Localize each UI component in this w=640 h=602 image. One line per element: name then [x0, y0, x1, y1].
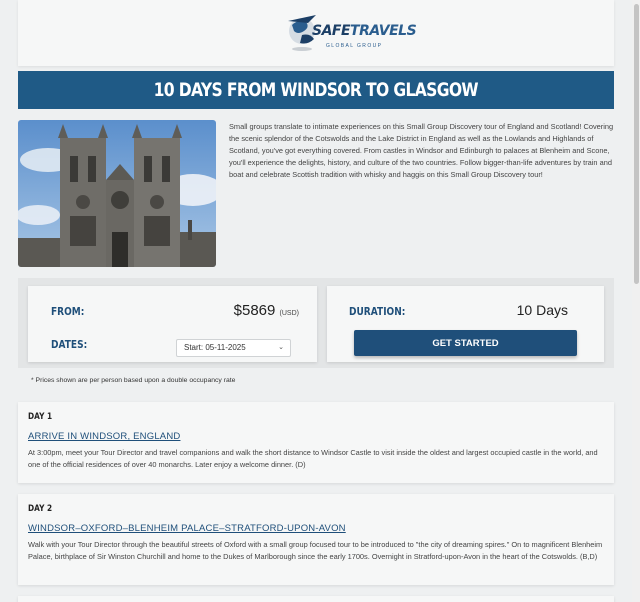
- tour-intro: Small groups translate to intimate exper…: [229, 122, 614, 179]
- chevron-down-icon: ⌄: [278, 344, 284, 351]
- start-date-select[interactable]: Start: 05-11-2025 ⌄: [176, 339, 291, 357]
- price-currency: (USD): [279, 310, 299, 317]
- price-dates-card: FROM: $5869 (USD) DATES: Start: 05-11-20…: [28, 286, 317, 362]
- itinerary-day-card-partial: [18, 596, 614, 602]
- page-scrollbar[interactable]: [632, 0, 640, 602]
- tour-title-banner: 10 DAYS FROM WINDSOR TO GLASGOW: [18, 71, 614, 109]
- day-description: Walk with your Tour Director through the…: [28, 540, 603, 561]
- tour-title: 10 DAYS FROM WINDSOR TO GLASGOW: [153, 79, 479, 101]
- brand-name: SAFETRAVELS: [312, 23, 417, 39]
- duration-label: DURATION:: [349, 305, 406, 318]
- day-number: DAY 1: [28, 412, 53, 422]
- pricing-note: * Prices shown are per person based upon…: [31, 377, 236, 384]
- duration-value: 10 Days: [516, 302, 568, 318]
- day-number: DAY 2: [28, 504, 53, 514]
- abbey-illustration: [18, 120, 216, 267]
- day-title-link[interactable]: WINDSOR–OXFORD–BLENHEIM PALACE–STRATFORD…: [28, 523, 346, 534]
- day-title-link[interactable]: ARRIVE IN WINDSOR, ENGLAND: [28, 431, 180, 442]
- price-amount: $5869: [233, 302, 276, 319]
- from-label: FROM:: [51, 305, 85, 318]
- price-value: $5869 (USD): [234, 302, 299, 319]
- brand-subtitle: GLOBAL GROUP: [326, 43, 383, 49]
- pricing-section: FROM: $5869 (USD) DATES: Start: 05-11-20…: [18, 278, 614, 368]
- itinerary-day-card: DAY 2 WINDSOR–OXFORD–BLENHEIM PALACE–STR…: [18, 494, 614, 585]
- hero-image-westminster-abbey: [18, 120, 216, 267]
- dates-label: DATES:: [51, 338, 88, 351]
- scrollbar-thumb[interactable]: [634, 4, 639, 284]
- itinerary-day-card: DAY 1 ARRIVE IN WINDSOR, ENGLAND At 3:00…: [18, 402, 614, 483]
- get-started-button[interactable]: GET STARTED: [354, 330, 577, 356]
- duration-card: DURATION: 10 Days GET STARTED: [327, 286, 604, 362]
- day-description: At 3:00pm, meet your Tour Director and t…: [28, 448, 598, 469]
- site-header: SAFETRAVELS GLOBAL GROUP: [18, 0, 614, 66]
- start-date-value: Start: 05-11-2025: [184, 343, 246, 352]
- safetravels-logo[interactable]: SAFETRAVELS GLOBAL GROUP: [286, 13, 417, 59]
